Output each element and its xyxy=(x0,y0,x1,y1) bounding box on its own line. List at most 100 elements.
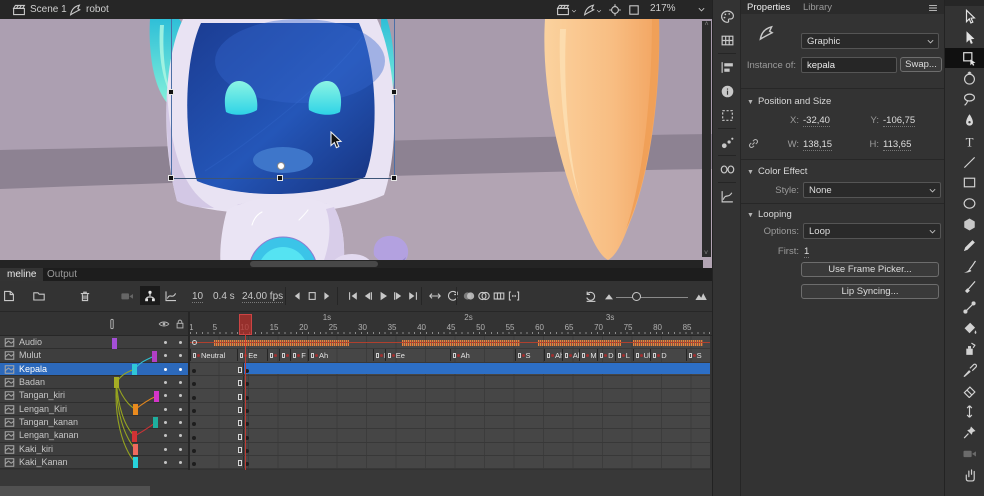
instance-name-field[interactable]: kepala xyxy=(801,57,897,73)
looping-section-header[interactable]: ▼Looping xyxy=(747,209,792,220)
selection-handle-bottom-left[interactable] xyxy=(168,175,174,181)
frame-rate-field[interactable]: 24.00 fps xyxy=(242,291,283,303)
layer-visibility-dot[interactable] xyxy=(164,381,167,384)
clip-content-button[interactable] xyxy=(627,3,641,17)
asset-warp-tool[interactable] xyxy=(945,422,984,443)
breadcrumb-symbol[interactable]: robot xyxy=(86,4,109,15)
step-forward-button[interactable] xyxy=(320,289,334,303)
frames-row-kaki_kiri[interactable] xyxy=(190,443,710,456)
timeline-zoom-out-icon[interactable] xyxy=(602,289,616,303)
bone-tool[interactable] xyxy=(945,297,984,318)
swatches-panel-button[interactable] xyxy=(713,28,741,52)
line-tool[interactable] xyxy=(945,152,984,173)
width-tool[interactable] xyxy=(945,401,984,422)
lip-sync-segment[interactable]: L xyxy=(615,349,633,360)
current-frame-field[interactable]: 10 xyxy=(192,291,203,303)
center-playhead-button[interactable] xyxy=(428,289,442,303)
edit-scene-chevron-icon[interactable] xyxy=(570,7,578,15)
prev-keyframe-button[interactable] xyxy=(361,289,375,303)
selection-box-left-edge[interactable] xyxy=(171,19,172,179)
frames-row-mulut[interactable]: NeutralEeDEFAhDEeAhSAhAhMDLUhDS xyxy=(190,349,710,362)
selection-box-bottom-edge[interactable] xyxy=(171,178,395,179)
new-layer-button[interactable] xyxy=(2,289,16,303)
transform-point[interactable] xyxy=(277,162,285,170)
lip-sync-segment[interactable]: D xyxy=(650,349,685,360)
edit-multiple-frames-button[interactable] xyxy=(492,289,506,303)
frames-row-tangan_kiri[interactable] xyxy=(190,389,710,402)
lip-sync-segment[interactable]: D xyxy=(373,349,385,360)
add-camera-button[interactable] xyxy=(120,289,134,303)
hand-tool[interactable] xyxy=(945,464,984,485)
tab-output[interactable]: Output xyxy=(40,268,84,281)
frames-row-lengan_kiri[interactable] xyxy=(190,403,710,416)
first-frame-value[interactable]: 1 xyxy=(804,246,809,258)
selected-frame-span[interactable] xyxy=(243,363,710,374)
edit-scene-button[interactable] xyxy=(556,3,570,17)
pen-tool[interactable] xyxy=(945,110,984,131)
lip-sync-segment[interactable]: F xyxy=(290,349,308,360)
selection-handle-right[interactable] xyxy=(391,89,397,95)
frame-ruler[interactable]: 1s2s3s 151015202530354045505560657075808… xyxy=(190,312,710,336)
x-value[interactable]: -32,40 xyxy=(803,115,830,127)
layer-lock-dot[interactable] xyxy=(179,381,182,384)
parenting-view-toggle[interactable] xyxy=(140,286,160,305)
h-value[interactable]: 113,65 xyxy=(883,139,911,151)
new-folder-button[interactable] xyxy=(32,289,46,303)
timeline-bottom-scroll-area[interactable] xyxy=(0,486,150,496)
playhead-marker[interactable] xyxy=(239,314,252,335)
layer-parent-swatch[interactable] xyxy=(132,364,137,375)
layer-visibility-dot[interactable] xyxy=(164,394,167,397)
lip-sync-segment[interactable]: Ah xyxy=(562,349,580,360)
frames-row-lengan_kanan[interactable] xyxy=(190,429,710,442)
frames-row-tangan_kanan[interactable] xyxy=(190,416,710,429)
hscroll-thumb[interactable] xyxy=(250,261,378,267)
classic-brush-tool[interactable] xyxy=(945,276,984,297)
layer-row-tangan_kiri[interactable]: Tangan_kiri xyxy=(0,389,188,402)
selection-handle-bottom-right[interactable] xyxy=(391,175,397,181)
layer-parent-swatch[interactable] xyxy=(133,444,138,455)
free-transform-tool[interactable] xyxy=(945,48,984,69)
layer-lock-dot[interactable] xyxy=(179,408,182,411)
lip-sync-segment[interactable]: D xyxy=(267,349,279,360)
layer-parent-swatch[interactable] xyxy=(132,431,137,442)
layer-parent-swatch[interactable] xyxy=(154,391,159,402)
tab-properties[interactable]: Properties xyxy=(747,2,790,13)
frames-row-audio[interactable] xyxy=(190,336,710,349)
transform-panel-button[interactable] xyxy=(713,103,741,127)
lip-sync-segment[interactable]: S xyxy=(686,349,710,360)
selection-tool[interactable] xyxy=(945,6,984,27)
layer-lock-dot[interactable] xyxy=(179,341,182,344)
color-panel-button[interactable] xyxy=(713,4,741,28)
w-value[interactable]: 138,15 xyxy=(803,139,832,151)
center-stage-button[interactable] xyxy=(608,3,622,17)
layer-lock-dot[interactable] xyxy=(179,354,182,357)
layer-row-kaki_kanan[interactable]: Kaki_Kanan xyxy=(0,456,188,469)
lock-aspect-ratio-icon[interactable] xyxy=(747,137,760,150)
swap-button[interactable]: Swap... xyxy=(900,57,942,72)
layer-parent-swatch[interactable] xyxy=(153,417,158,428)
looping-options-dropdown[interactable]: Loop xyxy=(803,223,941,239)
stop-button[interactable] xyxy=(305,289,319,303)
selection-box-right-edge[interactable] xyxy=(394,19,395,179)
stage-zoom-input[interactable]: 217% xyxy=(646,2,692,16)
layer-lock-dot[interactable] xyxy=(179,421,182,424)
layer-visibility-dot[interactable] xyxy=(164,421,167,424)
eraser-tool[interactable] xyxy=(945,380,984,401)
layer-visibility-dot[interactable] xyxy=(164,354,167,357)
layer-visibility-dot[interactable] xyxy=(164,368,167,371)
lip-sync-segment[interactable]: M xyxy=(579,349,597,360)
go-last-frame-button[interactable] xyxy=(406,289,420,303)
layer-parent-swatch[interactable] xyxy=(112,338,117,349)
color-style-dropdown[interactable]: None xyxy=(803,182,941,198)
rectangle-tool[interactable] xyxy=(945,172,984,193)
frames-row-badan[interactable] xyxy=(190,376,710,389)
lip-sync-segment[interactable]: Ah xyxy=(450,349,515,360)
timeline-zoom-in-icon[interactable] xyxy=(694,289,708,303)
color-effect-section-header[interactable]: ▼Color Effect xyxy=(747,166,807,177)
y-value[interactable]: -106,75 xyxy=(883,115,915,127)
timeline-zoom-knob[interactable] xyxy=(632,292,641,301)
layer-parent-swatch[interactable] xyxy=(133,457,138,468)
layer-row-kepala[interactable]: Kepala xyxy=(0,363,188,376)
use-frame-picker-button[interactable]: Use Frame Picker... xyxy=(801,262,939,277)
zoom-dropdown-chevron-icon[interactable] xyxy=(696,4,707,15)
